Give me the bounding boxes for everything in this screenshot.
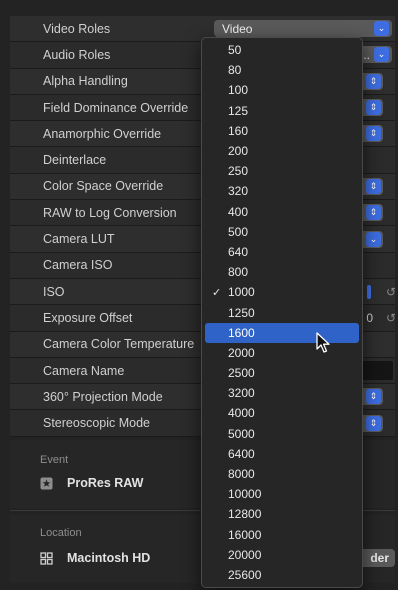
updown-icon: ⇕ [366, 389, 381, 405]
menu-item-label: 800 [228, 265, 249, 280]
updown-icon: ⇕ [366, 178, 381, 194]
menu-item-label: 80 [228, 63, 242, 78]
menu-item-label: 1000 [228, 285, 255, 300]
menu-item-label: 2500 [228, 366, 255, 381]
row-label: Alpha Handling [43, 74, 128, 89]
updown-icon: ⇕ [366, 415, 381, 431]
menu-item-label: 12800 [228, 507, 262, 522]
menu-item-iso[interactable]: 160 [205, 121, 359, 141]
menu-item-iso[interactable]: 50 [205, 40, 359, 60]
menu-item-label: 50 [228, 43, 242, 58]
row-label: Audio Roles [43, 47, 111, 62]
row-label: Video Roles [43, 21, 111, 36]
menu-item-label: 20000 [228, 547, 262, 562]
pointer-cursor-icon [316, 332, 332, 359]
menu-item-label: 640 [228, 244, 249, 259]
row-label: Field Dominance Override [43, 100, 189, 115]
menu-item-label: 4000 [228, 406, 255, 421]
row-label: RAW to Log Conversion [43, 205, 177, 220]
star-icon [40, 477, 53, 490]
iso-popup-edge[interactable] [367, 284, 371, 299]
menu-item-label: 160 [228, 123, 249, 138]
menu-item-iso[interactable]: 8000 [205, 464, 359, 484]
menu-item-label: 10000 [228, 487, 262, 502]
row-label: ISO [43, 284, 65, 299]
row-label: 360° Projection Mode [43, 389, 163, 404]
popup-value: Video [222, 21, 253, 36]
menu-item-label: 400 [228, 204, 249, 219]
menu-item-iso[interactable]: 80 [205, 60, 359, 80]
row-label: Camera Name [43, 363, 125, 378]
chevron-down-icon: ⌄ [374, 47, 389, 63]
row-label: Anamorphic Override [43, 126, 162, 141]
exposure-value[interactable]: 0 [366, 311, 373, 325]
menu-item-iso[interactable]: 12800 [205, 504, 359, 524]
menu-item-iso[interactable]: 25600 [205, 565, 359, 585]
menu-item-iso[interactable]: ✓ 1000 [205, 282, 359, 302]
iso-dropdown-menu: 50 80 100 125 160 200 250 320 400 500 640 800 ✓ 1000 1… [201, 37, 363, 588]
menu-item-iso[interactable]: 640 [205, 242, 359, 262]
menu-item-label: 6400 [228, 446, 255, 461]
menu-item-label: 500 [228, 224, 249, 239]
menu-item-label: 320 [228, 184, 249, 199]
updown-icon: ⇕ [366, 73, 381, 89]
menu-item-label: 25600 [228, 567, 262, 582]
row-label: Stereoscopic Mode [43, 416, 151, 431]
event-name: ProRes RAW [67, 476, 144, 490]
row-label: Camera LUT [43, 232, 115, 247]
row-label: Camera Color Temperature [43, 337, 195, 352]
chevron-down-icon: ⌄ [366, 231, 381, 247]
menu-item-iso[interactable]: 5000 [205, 424, 359, 444]
row-label: Camera ISO [43, 258, 113, 273]
menu-item-iso[interactable]: 125 [205, 101, 359, 121]
menu-item-label: 3200 [228, 386, 255, 401]
revert-icon[interactable]: ↺ [386, 285, 396, 299]
menu-item-iso[interactable]: 200 [205, 141, 359, 161]
menu-item-iso[interactable]: 1600 [205, 322, 359, 343]
menu-item-iso[interactable]: 4000 [205, 403, 359, 423]
updown-icon: ⇕ [366, 205, 381, 221]
menu-item-label: 1250 [228, 305, 255, 320]
updown-icon: ⇕ [366, 100, 381, 116]
menu-item-label: 1600 [228, 325, 255, 340]
video-roles-popup[interactable]: Video ⌄ [214, 20, 392, 38]
revert-icon[interactable]: ↺ [386, 311, 396, 325]
menu-item-label: 16000 [228, 527, 262, 542]
menu-item-iso[interactable]: 800 [205, 262, 359, 282]
grid-icon [40, 551, 53, 565]
menu-item-iso[interactable]: 20000 [205, 545, 359, 565]
checkmark-icon: ✓ [212, 286, 222, 299]
row-label: Color Space Override [43, 179, 164, 194]
row-label: Deinterlace [43, 153, 107, 168]
menu-item-iso[interactable]: 6400 [205, 444, 359, 464]
menu-item-iso[interactable]: 2000 [205, 343, 359, 363]
menu-item-iso[interactable]: 10000 [205, 484, 359, 504]
row-label: Exposure Offset [43, 310, 133, 325]
menu-item-iso[interactable]: 2500 [205, 363, 359, 383]
updown-icon: ⇕ [366, 126, 381, 142]
menu-item-iso[interactable]: 400 [205, 202, 359, 222]
menu-item-iso[interactable]: 250 [205, 161, 359, 181]
menu-item-label: 5000 [228, 426, 255, 441]
chevron-down-icon: ⌄ [374, 21, 389, 37]
menu-item-label: 100 [228, 83, 249, 98]
menu-item-iso[interactable]: 500 [205, 222, 359, 242]
menu-item-label: 200 [228, 144, 249, 159]
menu-item-iso[interactable]: 3200 [205, 383, 359, 403]
menu-item-iso[interactable]: 16000 [205, 525, 359, 545]
camera-name-field[interactable] [359, 361, 393, 380]
menu-item-label: 8000 [228, 467, 255, 482]
menu-item-iso[interactable]: 320 [205, 181, 359, 201]
menu-item-label: 125 [228, 103, 249, 118]
menu-item-iso[interactable]: 100 [205, 80, 359, 100]
menu-item-label: 2000 [228, 345, 255, 360]
menu-item-iso[interactable]: 1250 [205, 302, 359, 322]
location-name: Macintosh HD [67, 551, 151, 565]
menu-item-label: 250 [228, 164, 249, 179]
